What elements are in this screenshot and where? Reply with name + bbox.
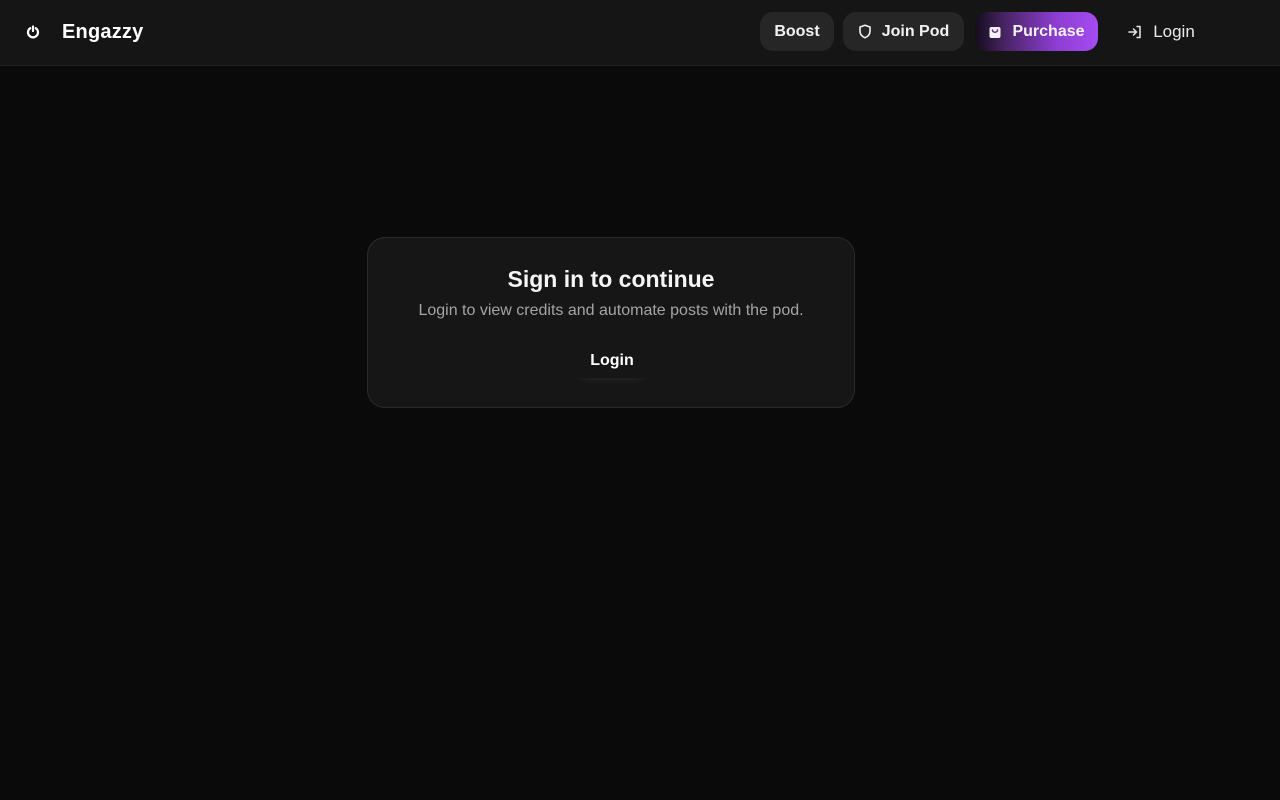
purchase-button-label: Purchase [1012, 22, 1085, 40]
purchase-button[interactable]: Purchase [975, 12, 1098, 51]
card-login-button[interactable]: Login [572, 344, 652, 378]
sign-in-card: Sign in to continue Login to view credit… [367, 237, 855, 408]
main-nav: Boost Join Pod Purchase Login [0, 12, 1280, 51]
login-arrow-icon [1127, 24, 1143, 40]
boost-button[interactable]: Boost [760, 12, 834, 51]
shield-icon [858, 24, 872, 39]
shopping-bag-icon [988, 25, 1002, 39]
login-nav-button[interactable]: Login [1118, 12, 1204, 51]
join-pod-button[interactable]: Join Pod [843, 12, 964, 51]
sign-in-title: Sign in to continue [507, 266, 715, 292]
join-pod-button-label: Join Pod [881, 22, 950, 40]
top-navigation-bar: Engazzy Boost Join Pod Purchase Login [0, 0, 1280, 66]
login-nav-button-label: Login [1153, 21, 1195, 41]
sign-in-subtitle: Login to view credits and automate posts… [418, 302, 804, 319]
boost-button-label: Boost [774, 22, 820, 40]
